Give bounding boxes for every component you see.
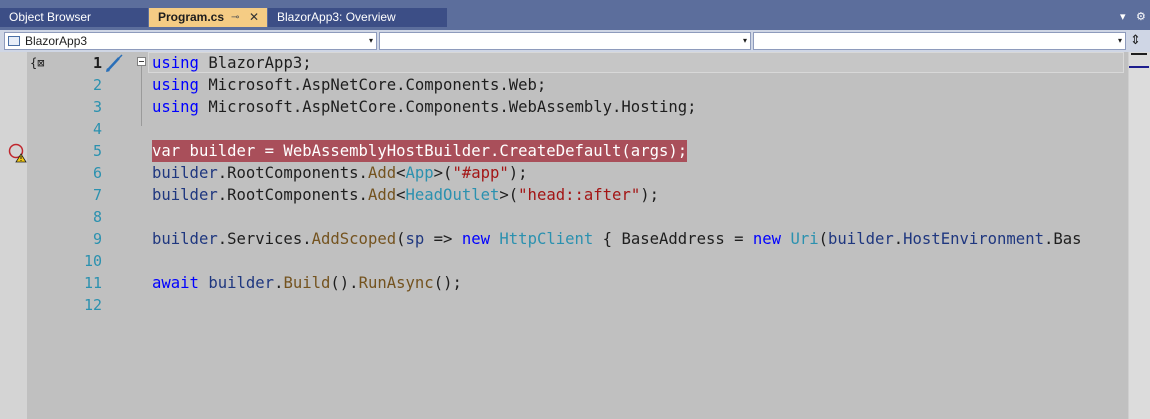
project-combo[interactable]: BlazorApp3 ▾	[4, 32, 377, 50]
breakpoint-warning-icon[interactable]	[7, 143, 29, 163]
pin-icon[interactable]: ⊸	[231, 8, 239, 27]
vertical-scrollbar[interactable]	[1128, 52, 1150, 419]
line-number: 4	[92, 120, 102, 138]
line-number: 2	[92, 76, 102, 94]
line-number: 11	[83, 274, 102, 292]
chevron-down-icon[interactable]: ▾	[369, 33, 373, 49]
member-combo[interactable]: ▾	[753, 32, 1126, 50]
edit-pencil-icon[interactable]	[104, 53, 124, 73]
tab-label: Program.cs	[158, 10, 225, 24]
tab-blazorapp3-overview[interactable]: BlazorApp3: Overview	[268, 8, 447, 27]
breakpoint-code-line-5[interactable]: var builder = WebAssemblyHostBuilder.Cre…	[152, 140, 688, 162]
tab-list-dropdown-icon[interactable]: ▾	[1120, 10, 1126, 23]
line-number: 8	[92, 208, 102, 226]
code-line-2[interactable]: using Microsoft.AspNetCore.Components.We…	[152, 74, 546, 96]
tab-label: Object Browser	[9, 10, 92, 24]
line-number: 5	[92, 142, 102, 160]
code-line-7[interactable]: builder.RootComponents.Add<HeadOutlet>("…	[152, 184, 659, 206]
chevron-down-icon[interactable]: ▾	[743, 33, 747, 49]
outline-guide	[141, 66, 142, 126]
tab-label: BlazorApp3: Overview	[277, 10, 396, 24]
code-line-9[interactable]: builder.Services.AddScoped(sp => new Htt…	[152, 228, 1124, 250]
line-number: 9	[92, 230, 102, 248]
code-line-11[interactable]: await builder.Build().RunAsync();	[152, 272, 462, 294]
code-line-1[interactable]: using BlazorApp3;	[152, 52, 312, 74]
line-number: 1	[92, 54, 102, 72]
navigation-bar: BlazorApp3 ▾ ▾ ▾ ⇕	[0, 30, 1150, 52]
line-number: 7	[92, 186, 102, 204]
code-line-6[interactable]: builder.RootComponents.Add<App>("#app");	[152, 162, 528, 184]
document-tab-strip: Object Browser Program.cs ⊸ ✕ BlazorApp3…	[0, 0, 1150, 30]
code-context-icon: {⊠	[30, 56, 45, 70]
indicator-margin[interactable]	[0, 52, 27, 419]
line-number: 3	[92, 98, 102, 116]
tab-program-cs[interactable]: Program.cs ⊸ ✕	[149, 8, 267, 27]
code-editor[interactable]: {⊠ 1 2 3 4 5 6 7 8 9 10 11 12 using Blaz…	[0, 52, 1150, 419]
splitter-handle[interactable]	[1131, 53, 1147, 61]
type-combo[interactable]: ▾	[379, 32, 751, 50]
scroll-position-marker	[1129, 66, 1149, 68]
code-line-3[interactable]: using Microsoft.AspNetCore.Components.We…	[152, 96, 697, 118]
line-number: 12	[83, 296, 102, 314]
line-number: 6	[92, 164, 102, 182]
line-number: 10	[83, 252, 102, 270]
split-window-icon[interactable]: ⇕	[1130, 32, 1141, 48]
project-icon	[8, 36, 20, 46]
tab-object-browser[interactable]: Object Browser	[0, 8, 148, 27]
project-combo-value: BlazorApp3	[25, 34, 88, 48]
close-icon[interactable]: ✕	[249, 8, 259, 27]
chevron-down-icon[interactable]: ▾	[1118, 33, 1122, 49]
gear-icon[interactable]: ⚙	[1136, 10, 1146, 23]
collapse-outline-icon[interactable]	[137, 57, 146, 66]
